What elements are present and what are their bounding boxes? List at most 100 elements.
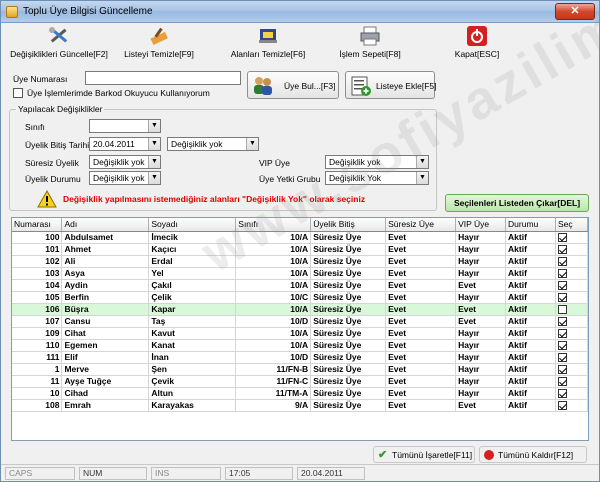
date-display: 20.04.2011	[297, 467, 365, 480]
column-header[interactable]: Sınıfı	[235, 218, 312, 232]
table-cell: Hayır	[455, 243, 507, 256]
table-cell: 100	[12, 231, 63, 244]
table-cell: Emrah	[61, 399, 150, 412]
row-select-checkbox[interactable]	[557, 400, 567, 410]
title-bar[interactable]: Toplu Üye Bilgisi Güncelleme ✕	[1, 1, 599, 23]
table-cell: Kapar	[148, 303, 237, 316]
row-select-checkbox[interactable]	[557, 304, 567, 314]
member-number-input[interactable]	[85, 71, 241, 85]
row-select-checkbox[interactable]	[557, 256, 567, 266]
table-cell: Çevik	[148, 375, 237, 388]
row-select-checkbox[interactable]	[557, 352, 567, 362]
barcode-checkbox[interactable]	[13, 88, 23, 98]
table-row[interactable]: 105 Berfin Çelik 10/C Süresiz Üye Evet Hayır Ak…	[12, 291, 588, 304]
row-select-checkbox[interactable]	[557, 280, 567, 290]
table-cell: 1	[12, 363, 63, 376]
list-add-icon	[351, 76, 371, 96]
row-select-checkbox[interactable]	[557, 268, 567, 278]
vip-select[interactable]: Değişiklik yok ▼	[325, 155, 429, 169]
row-select-checkbox[interactable]	[557, 340, 567, 350]
row-select-checkbox[interactable]	[557, 328, 567, 338]
row-select-checkbox[interactable]	[557, 316, 567, 326]
expiry-date-picker[interactable]: 20.04.2011 ▼	[89, 137, 161, 151]
row-select-checkbox[interactable]	[557, 232, 567, 242]
column-header[interactable]: Seç	[555, 218, 588, 232]
expiry-mode-select[interactable]: Değişiklik yok ▼	[167, 137, 259, 151]
row-select-checkbox[interactable]	[557, 244, 567, 254]
table-row[interactable]: 110 Egemen Kanat 10/A Süresiz Üye Evet Hayır Ak…	[12, 339, 588, 352]
table-cell: Cihad	[61, 387, 150, 400]
table-cell: Aktif	[505, 255, 556, 268]
table-cell: 105	[12, 291, 63, 304]
table-cell: Altun	[148, 387, 237, 400]
table-row[interactable]: 108 Emrah Karayakas 9/A Süresiz Üye Evet Evet A…	[12, 399, 588, 412]
class-select[interactable]: ▼	[89, 119, 161, 133]
table-cell: Aktif	[505, 399, 556, 412]
table-cell: Evet	[455, 399, 507, 412]
column-header[interactable]: Durumu	[505, 218, 556, 232]
table-cell: 106	[12, 303, 63, 316]
process-basket-button[interactable]: İşlem Sepeti[F8]	[335, 25, 405, 63]
caps-indicator: CAPS	[5, 467, 75, 480]
table-cell: Kaçıcı	[148, 243, 237, 256]
table-row[interactable]: 104 Aydin Çakıl 10/A Süresiz Üye Evet Evet Akti…	[12, 279, 588, 292]
warning-icon	[37, 190, 57, 208]
table-row[interactable]: 106 Büşra Kapar 10/A Süresiz Üye Evet Evet Akti…	[12, 303, 588, 316]
window-close-button[interactable]: ✕	[555, 3, 595, 20]
column-header[interactable]: Adı	[61, 218, 150, 232]
column-header[interactable]: Süresiz Üye	[385, 218, 457, 232]
table-row[interactable]: 10 Cihad Altun 11/TM-A Süresiz Üye Evet Hayır A…	[12, 387, 588, 400]
table-cell: 10/A	[235, 279, 312, 292]
table-row[interactable]: 102 Ali Erdal 10/A Süresiz Üye Evet Hayır Aktif	[12, 255, 588, 268]
tools-icon	[49, 27, 68, 43]
table-cell: Evet	[385, 375, 457, 388]
table-cell: Hayır	[455, 339, 507, 352]
table-cell: Evet	[385, 279, 457, 292]
row-select-checkbox[interactable]	[557, 364, 567, 374]
uncheck-all-button[interactable]: Tümünü Kaldır[F12]	[479, 446, 587, 463]
check-all-label: Tümünü İşaretle[F11]	[392, 450, 473, 460]
table-cell: 10/D	[235, 315, 312, 328]
column-header[interactable]: Üyelik Bitiş	[310, 218, 387, 232]
table-row[interactable]: 101 Ahmet Kaçıcı 10/A Süresiz Üye Evet Hayır Ak…	[12, 243, 588, 256]
table-row[interactable]: 111 Elif İnan 10/D Süresiz Üye Evet Hayır Aktif	[12, 351, 588, 364]
update-changes-button[interactable]: Değişiklikleri Güncelle[F2]	[5, 25, 113, 63]
row-select-checkbox[interactable]	[557, 292, 567, 302]
status-bar: CAPS NUM INS 17:05 20.04.2011	[1, 464, 599, 481]
table-cell: Süresiz Üye	[310, 279, 387, 292]
check-all-button[interactable]: ✔ Tümünü İşaretle[F11]	[373, 446, 475, 463]
table-cell: 107	[12, 315, 63, 328]
table-row[interactable]: 100 Abdulsamet İmecik 10/A Süresiz Üye Evet Ha…	[12, 231, 588, 244]
column-header[interactable]: Numarası	[12, 218, 63, 232]
close-button[interactable]: Kapat[ESC]	[447, 25, 507, 63]
table-cell: Aktif	[505, 231, 556, 244]
column-header[interactable]: Soyadı	[148, 218, 237, 232]
table-cell: Aktif	[505, 303, 556, 316]
status-select[interactable]: Değişiklik yok ▼	[89, 171, 161, 185]
table-cell: Süresiz Üye	[310, 243, 387, 256]
add-to-list-button[interactable]: Listeye Ekle[F5]	[345, 71, 436, 99]
row-select-checkbox[interactable]	[557, 388, 567, 398]
column-header[interactable]: VIP Üye	[455, 218, 507, 232]
table-row[interactable]: 107 Cansu Taş 10/D Süresiz Üye Evet Evet Aktif	[12, 315, 588, 328]
table-row[interactable]: 103 Asya Yel 10/A Süresiz Üye Evet Hayır Aktif	[12, 267, 588, 280]
table-cell: Süresiz Üye	[310, 315, 387, 328]
unlimited-select[interactable]: Değişiklik yok ▼	[89, 155, 161, 169]
clear-list-button[interactable]: Listeyi Temizle[F9]	[119, 25, 199, 63]
chevron-down-icon: ▼	[148, 156, 160, 168]
table-row[interactable]: 11 Ayşe Tuğçe Çevik 11/FN-C Süresiz Üye Evet H…	[12, 375, 588, 388]
table-cell: Cansu	[61, 315, 150, 328]
app-icon	[6, 6, 18, 18]
members-grid[interactable]: Numarası Adı Soyadı Sınıfı Üyelik Bitiş …	[11, 217, 589, 441]
table-row[interactable]: 109 Cihat Kavut 10/A Süresiz Üye Evet Hayır Akt…	[12, 327, 588, 340]
table-cell: Egemen	[61, 339, 150, 352]
table-cell: Aktif	[505, 339, 556, 352]
table-cell: Karayakas	[148, 399, 237, 412]
remove-selected-button[interactable]: Seçilenleri Listeden Çıkar[DEL]	[445, 194, 589, 212]
select-cell	[555, 231, 588, 244]
auth-group-select[interactable]: Değişiklik Yok ▼	[325, 171, 429, 185]
table-row[interactable]: 1 Merve Şen 11/FN-B Süresiz Üye Evet Hayır Akti…	[12, 363, 588, 376]
row-select-checkbox[interactable]	[557, 376, 567, 386]
find-member-button[interactable]: Üye Bul...[F3]	[247, 71, 339, 99]
clear-fields-button[interactable]: Alanları Temizle[F6]	[225, 25, 311, 63]
